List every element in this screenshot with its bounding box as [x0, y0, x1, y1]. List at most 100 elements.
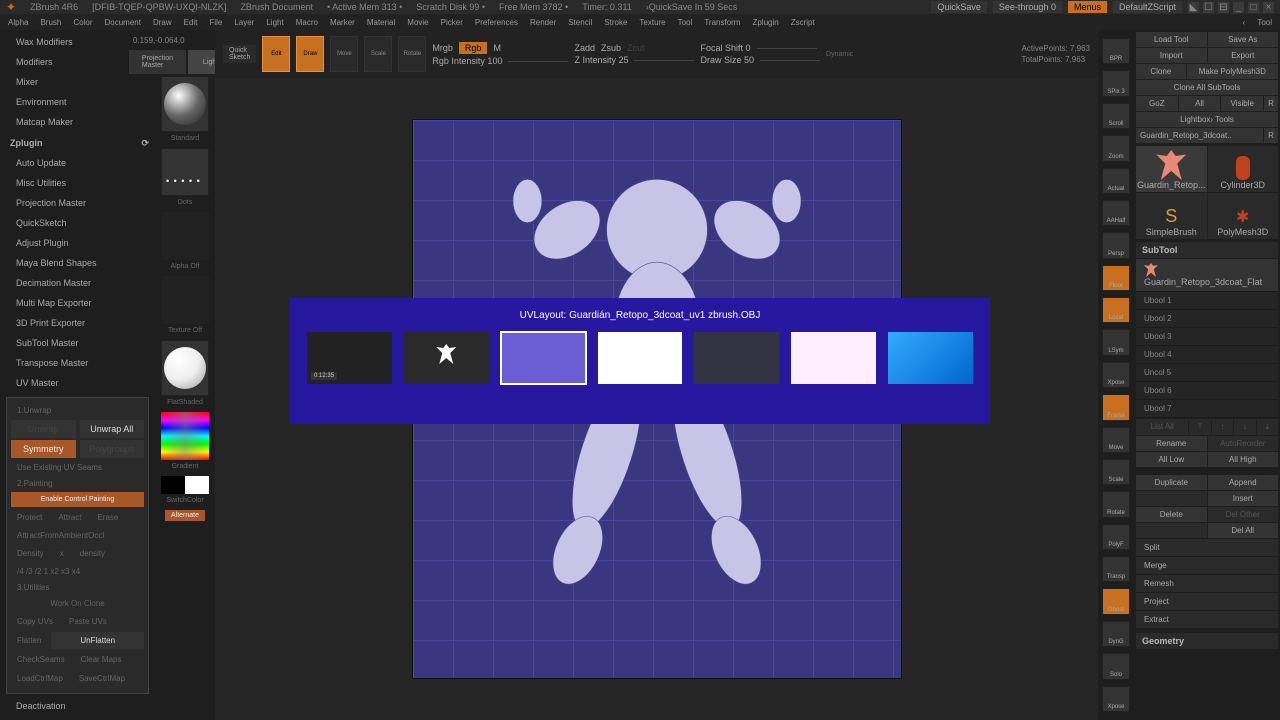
quicksave-button[interactable]: QuickSave	[931, 1, 987, 13]
z-intensity-slider[interactable]: Z Intensity 25	[574, 55, 628, 65]
import-button[interactable]: Import	[1136, 48, 1207, 63]
subtool-item[interactable]: Ubool 7	[1136, 400, 1278, 418]
clone-button[interactable]: Clone	[1136, 64, 1186, 79]
plugin-opt[interactable]: QuickSketch	[6, 215, 149, 231]
app-menu-icon[interactable]: ✦	[6, 0, 16, 14]
dock-move[interactable]: Move	[1102, 427, 1130, 453]
menus-button[interactable]: Menus	[1068, 1, 1107, 13]
window-switcher[interactable]: UVLayout: Guardián_Retopo_3dcoat_uv1 zbr…	[290, 298, 990, 424]
menu-brush[interactable]: Brush	[40, 18, 61, 27]
draw-size-slider[interactable]: Draw Size 50	[700, 55, 754, 65]
menu-preferences[interactable]: Preferences	[475, 18, 518, 27]
color-swatches[interactable]	[161, 476, 209, 494]
draw-mode-button[interactable]: Draw	[296, 36, 324, 72]
dock-local[interactable]: Local	[1102, 297, 1130, 323]
dock-frame[interactable]: Frame	[1102, 394, 1130, 420]
material-swatch[interactable]	[161, 340, 209, 396]
dock-spix3[interactable]: SPix 3	[1102, 70, 1130, 96]
section-merge[interactable]: Merge	[1136, 557, 1278, 574]
goz-button[interactable]: GoZ	[1136, 96, 1178, 111]
all-low-button[interactable]: All Low	[1136, 452, 1207, 467]
switcher-thumb-1[interactable]: 0:12:35	[306, 331, 393, 385]
tool-thumb-cylinder[interactable]: Cylinder3D	[1208, 146, 1279, 192]
alpha-swatch[interactable]	[161, 212, 209, 260]
unflatten-button[interactable]: UnFlatten	[51, 632, 144, 649]
m-button[interactable]: M	[493, 43, 501, 53]
del-other-button[interactable]: Del Other	[1208, 507, 1279, 522]
subtool-header[interactable]: SubTool	[1136, 242, 1278, 258]
switcher-thumb-selected[interactable]	[500, 331, 587, 385]
use-existing-seams[interactable]: Use Existing UV Seams	[11, 460, 144, 475]
duplicate-button[interactable]: Duplicate	[1136, 475, 1207, 490]
left-opt[interactable]: Environment	[6, 94, 149, 110]
control-painting-toggle[interactable]: Enable Control Painting	[11, 492, 144, 507]
plugin-opt[interactable]: SubTool Master	[6, 335, 149, 351]
plugin-opt[interactable]: Maya Blend Shapes	[6, 255, 149, 271]
dock-xpose[interactable]: Xpose	[1102, 686, 1130, 712]
lightbox-tools[interactable]: Lightbox› Tools	[1136, 112, 1278, 127]
copy-uvs[interactable]: Copy UVs	[11, 614, 59, 629]
zadd-button[interactable]: Zadd	[574, 43, 595, 53]
clone-all-subtools[interactable]: Clone All SubTools	[1136, 80, 1278, 95]
menu-marker[interactable]: Marker	[330, 18, 355, 27]
menu-layer[interactable]: Layer	[234, 18, 254, 27]
unwrap-all-button[interactable]: Unwrap All	[80, 420, 145, 438]
arrow-down[interactable]: ↓	[1234, 419, 1255, 435]
move-mode-button[interactable]: Move	[330, 36, 358, 72]
goz-visible[interactable]: Visible	[1221, 96, 1263, 111]
load-ctrl-map[interactable]: LoadCtrlMap	[11, 671, 69, 686]
menu-render[interactable]: Render	[530, 18, 556, 27]
plugin-opt[interactable]: Transpose Master	[6, 355, 149, 371]
win-btn-2[interactable]: ☐	[1203, 2, 1214, 13]
menu-transform[interactable]: Transform	[704, 18, 740, 27]
erase-button[interactable]: Erase	[91, 510, 124, 525]
menu-stroke[interactable]: Stroke	[604, 18, 627, 27]
save-ctrl-map[interactable]: SaveCtrlMap	[73, 671, 131, 686]
clear-maps[interactable]: Clear Maps	[75, 652, 128, 667]
close-button[interactable]: ×	[1263, 2, 1274, 13]
win-btn-3[interactable]: ⊟	[1218, 2, 1229, 13]
unwrap-button[interactable]: Unwrap	[11, 420, 76, 438]
menu-material[interactable]: Material	[367, 18, 395, 27]
polygroups-toggle[interactable]: Polygroups	[80, 440, 145, 458]
dock-lsym[interactable]: LSym	[1102, 329, 1130, 355]
plugin-opt[interactable]: Multi Map Exporter	[6, 295, 149, 311]
menu-macro[interactable]: Macro	[296, 18, 318, 27]
menu-color[interactable]: Color	[73, 18, 92, 27]
goz-all[interactable]: All	[1179, 96, 1221, 111]
append-button[interactable]: Append	[1208, 475, 1279, 490]
rgb-intensity-slider[interactable]: Rgb Intensity 100	[432, 56, 502, 66]
menu-tool[interactable]: Tool	[678, 18, 693, 27]
section-remesh[interactable]: Remesh	[1136, 575, 1278, 592]
focal-shift-slider[interactable]: Focal Shift 0	[700, 43, 750, 53]
left-opt[interactable]: Matcap Maker	[6, 114, 149, 130]
arrow-top[interactable]: ⤒	[1189, 419, 1210, 435]
section-split[interactable]: Split	[1136, 539, 1278, 556]
plugin-opt[interactable]: Decimation Master	[6, 275, 149, 291]
density-input[interactable]: density	[74, 546, 111, 561]
plugin-opt[interactable]: 3D Print Exporter	[6, 315, 149, 331]
switcher-thumb-7[interactable]	[887, 331, 974, 385]
switcher-thumb-6[interactable]	[790, 331, 877, 385]
menu-zplugin[interactable]: Zplugin	[752, 18, 778, 27]
paste-uvs[interactable]: Paste UVs	[63, 614, 113, 629]
load-tool-button[interactable]: Load Tool	[1136, 32, 1207, 47]
minimize-button[interactable]: _	[1233, 2, 1244, 13]
dock-aahalf[interactable]: AAHalf	[1102, 200, 1130, 226]
list-all-button[interactable]: List All	[1136, 419, 1188, 435]
subtool-item[interactable]: Ubool 6	[1136, 382, 1278, 400]
projection-master-button[interactable]: Projection Master	[129, 50, 186, 74]
attract-button[interactable]: Attract	[52, 510, 87, 525]
dock-floor[interactable]: Floor	[1102, 265, 1130, 291]
deactivation-button[interactable]: Deactivation	[6, 698, 149, 714]
brush-swatch[interactable]	[161, 76, 209, 132]
dynamic-toggle[interactable]: Dynamic	[826, 51, 853, 58]
menu-zscript[interactable]: Zscript	[791, 18, 815, 27]
tool-panel-label[interactable]: Tool	[1257, 18, 1272, 27]
menu-movie[interactable]: Movie	[407, 18, 428, 27]
menu-texture[interactable]: Texture	[639, 18, 665, 27]
check-seams[interactable]: CheckSeams	[11, 652, 71, 667]
menu-edit[interactable]: Edit	[184, 18, 198, 27]
tool-thumb-main[interactable]: Guardin_Retop...	[1136, 146, 1207, 192]
section-extract[interactable]: Extract	[1136, 611, 1278, 628]
